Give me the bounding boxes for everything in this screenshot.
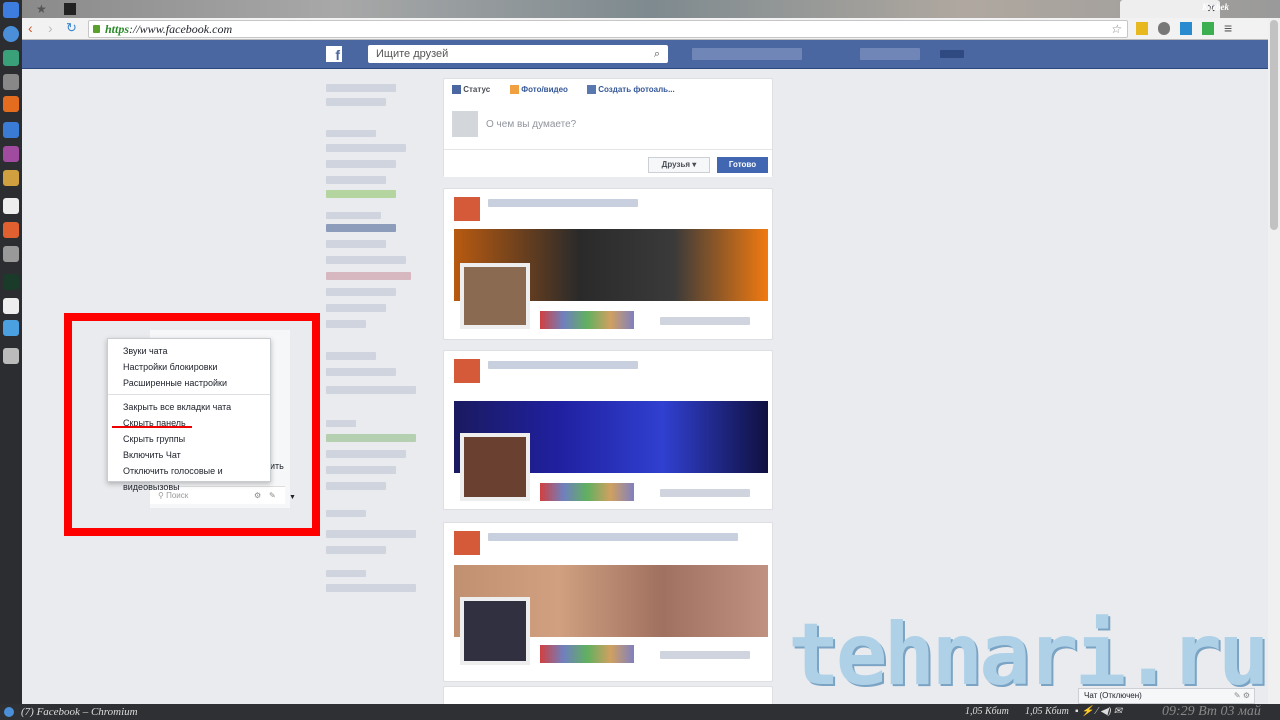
extension-icon[interactable] xyxy=(1158,22,1170,35)
chat-status: Чат (Отключен) xyxy=(1084,691,1142,700)
menu-icon[interactable]: ≡ xyxy=(1224,20,1232,36)
monitor-icon[interactable] xyxy=(3,274,19,290)
facebook-logo-icon[interactable]: f xyxy=(326,46,342,63)
profile-image[interactable] xyxy=(460,263,530,329)
composer-input[interactable]: О чем вы думаете? xyxy=(486,119,576,130)
facebook-header: f Ищите друзей ⌕ xyxy=(22,40,1268,69)
search-icon[interactable]: ⌕ xyxy=(654,45,660,63)
clock[interactable]: 09:29 Вт 03 май xyxy=(1162,704,1261,720)
reload-icon[interactable]: ↻ xyxy=(66,20,77,36)
settings-menu-icon[interactable] xyxy=(940,50,964,58)
url-scheme: https xyxy=(105,22,130,36)
launcher-icon[interactable] xyxy=(3,2,19,18)
feed-post xyxy=(443,350,773,510)
tab-label: Статус xyxy=(463,85,491,94)
profile-image[interactable] xyxy=(460,433,530,501)
tab-strip[interactable]: ★ ✕ Kazbek xyxy=(22,0,1280,18)
app-icon[interactable] xyxy=(3,170,19,186)
profile-name: Kazbek xyxy=(1202,2,1229,12)
album-icon xyxy=(587,85,596,95)
address-bar[interactable]: https://www.facebook.com ☆ xyxy=(88,20,1128,38)
taskbar-window[interactable]: (7) Facebook – Chromium xyxy=(21,706,138,718)
chat-settings-menu: Звуки чата Настройки блокировки Расширен… xyxy=(107,338,271,492)
chromium-icon xyxy=(4,707,14,717)
app-icon[interactable] xyxy=(3,146,19,162)
tab-label: Создать фотоаль... xyxy=(598,85,675,94)
search-input[interactable]: Ищите друзей ⌕ xyxy=(368,45,668,63)
toolbar: ‹ › ↻ https://www.facebook.com ☆ ≡ xyxy=(22,18,1268,40)
chromium-icon[interactable] xyxy=(3,26,19,42)
profile-image[interactable] xyxy=(460,597,530,665)
scrollbar[interactable] xyxy=(1268,18,1280,704)
menu-item-disable-calls[interactable]: Отключить голосовые и видеовызовы xyxy=(108,463,270,492)
pencil-icon xyxy=(452,85,461,95)
tray-icons[interactable]: ▪ ⚡ ⁄ ◀) ✉ xyxy=(1075,706,1122,717)
tab-favicon-icon[interactable] xyxy=(64,3,76,15)
chat-bar[interactable]: Чат (Отключен) ✎ ⚙ xyxy=(1078,688,1255,704)
app-icon[interactable] xyxy=(3,96,19,112)
url-text: ://www.facebook.com xyxy=(129,22,233,36)
extension-icon[interactable] xyxy=(1180,22,1192,35)
games-icon[interactable] xyxy=(3,348,19,364)
app-icon[interactable] xyxy=(3,320,19,336)
app-icon[interactable] xyxy=(3,122,19,138)
tab-status[interactable]: Статус xyxy=(452,85,491,95)
star-icon[interactable]: ★ xyxy=(36,2,47,16)
extension-icon[interactable] xyxy=(1136,22,1148,35)
menu-item-advanced-settings[interactable]: Расширенные настройки xyxy=(108,375,270,391)
menu-item-chat-sounds[interactable]: Звуки чата xyxy=(108,343,270,359)
lock-icon xyxy=(93,25,100,33)
feed-post xyxy=(443,522,773,682)
calculator-icon[interactable] xyxy=(3,246,19,262)
audience-label: Друзья xyxy=(661,160,691,169)
feed-post xyxy=(443,188,773,340)
bookmark-star-icon[interactable]: ☆ xyxy=(1110,21,1121,37)
post-button[interactable]: Готово xyxy=(717,157,768,173)
app-icon[interactable] xyxy=(3,74,19,90)
tab-label: Фото/видео xyxy=(521,85,568,94)
shield-icon[interactable] xyxy=(1202,22,1214,35)
tab-photo-video[interactable]: Фото/видео xyxy=(510,85,568,95)
chat-options-icon[interactable]: ✎ ⚙ xyxy=(1234,689,1250,703)
tab-create-album[interactable]: Создать фотоаль... xyxy=(587,85,675,95)
net-up: 1,05 Кбит xyxy=(1025,706,1069,717)
menu-item-hide-sidebar[interactable]: Скрыть панель xyxy=(108,415,270,431)
app-icon[interactable] xyxy=(3,50,19,66)
profile-nav[interactable] xyxy=(692,48,802,60)
scrollbar-thumb[interactable] xyxy=(1270,20,1278,230)
menu-item-block-settings[interactable]: Настройки блокировки xyxy=(108,359,270,375)
audience-selector[interactable]: Друзья ▾ xyxy=(648,157,710,173)
menu-divider xyxy=(108,394,270,395)
avatar xyxy=(452,111,478,137)
forward-icon[interactable]: › xyxy=(48,20,53,36)
net-down: 1,05 Кбит xyxy=(965,706,1009,717)
document-icon[interactable] xyxy=(3,198,19,214)
app-icon[interactable] xyxy=(3,298,19,314)
menu-item-hide-groups[interactable]: Скрыть группы xyxy=(108,431,270,447)
back-icon[interactable]: ‹ xyxy=(28,20,33,36)
notification-icons[interactable] xyxy=(860,48,920,60)
taskbar: (7) Facebook – Chromium 1,05 Кбит 1,05 К… xyxy=(0,704,1280,720)
photo-icon xyxy=(510,85,519,95)
post-composer: Статус Фото/видео Создать фотоаль... О ч… xyxy=(443,78,773,177)
menu-item-turn-on-chat[interactable]: Включить Чат xyxy=(108,447,270,463)
app-icon[interactable] xyxy=(3,222,19,238)
search-placeholder: Ищите друзей xyxy=(376,48,449,60)
menu-item-close-all-chat-tabs[interactable]: Закрыть все вкладки чата xyxy=(108,399,270,415)
app-dock xyxy=(0,0,22,704)
red-underline xyxy=(112,426,192,428)
